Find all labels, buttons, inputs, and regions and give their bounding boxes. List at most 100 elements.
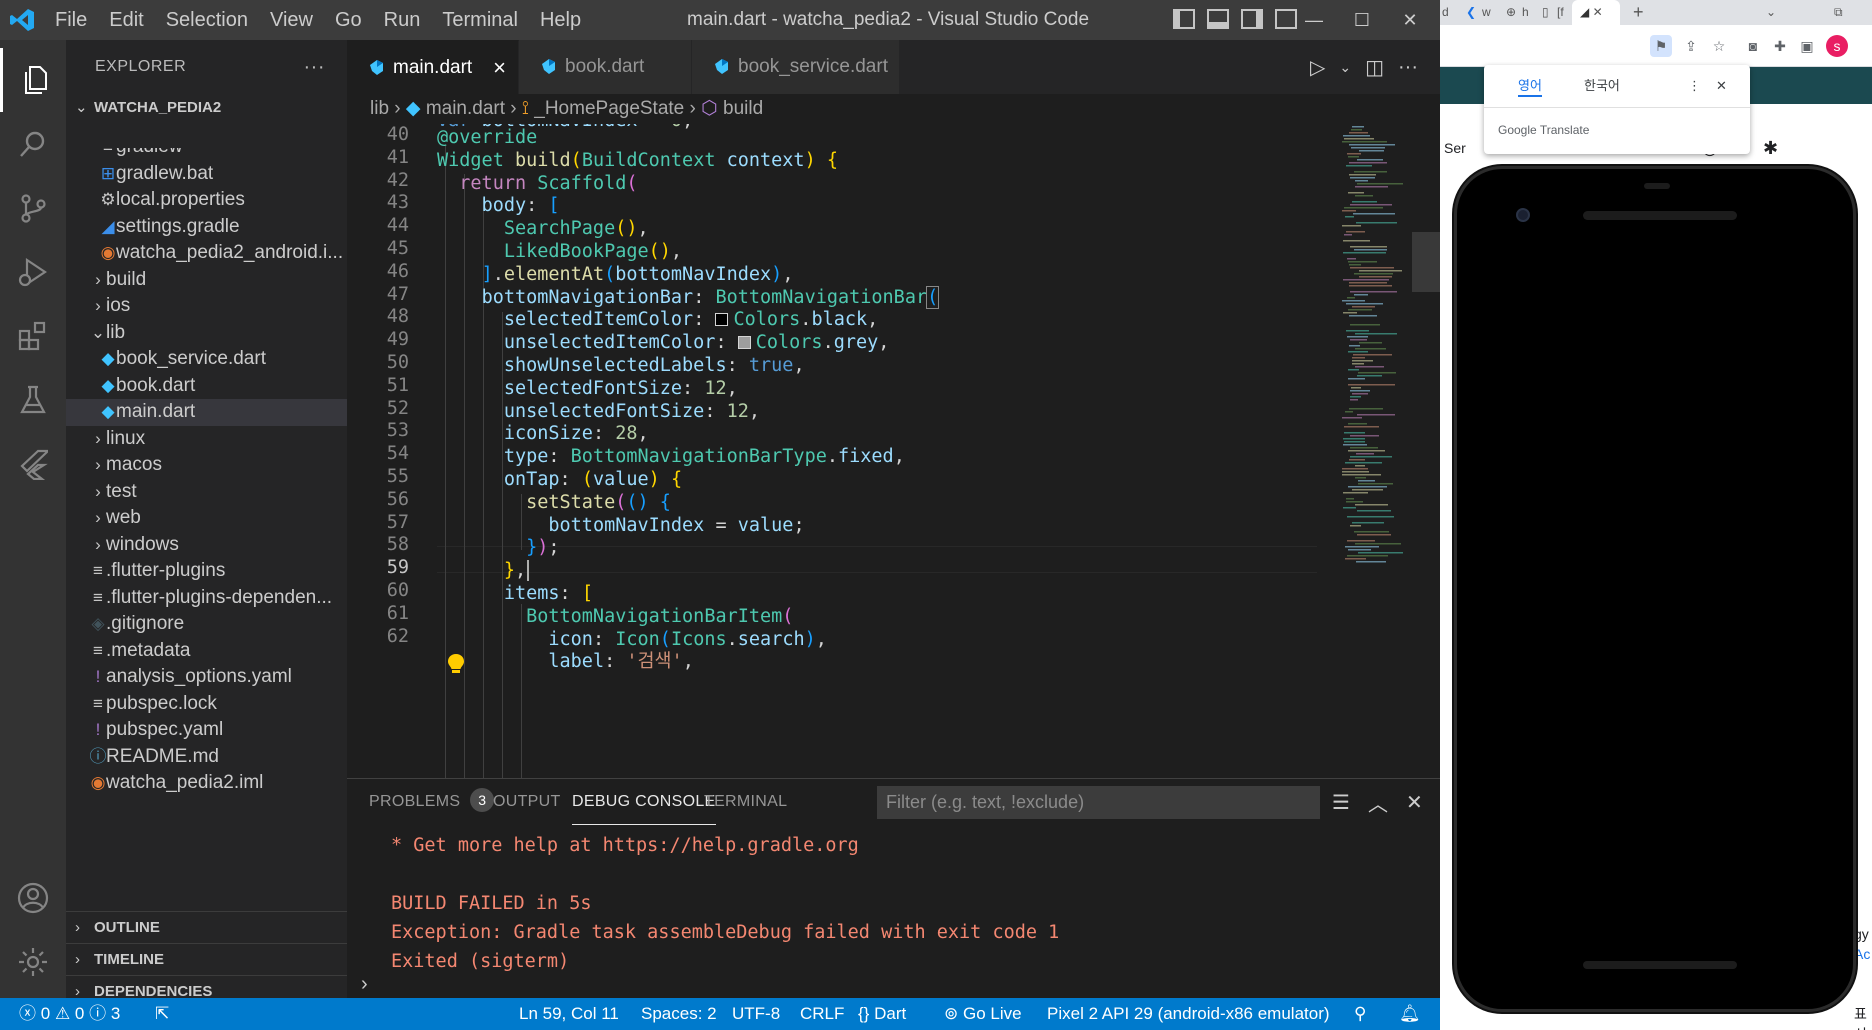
maximize-button[interactable]: ☐	[1338, 0, 1386, 40]
outline-section[interactable]: › OUTLINE	[66, 911, 347, 943]
file-tree-item[interactable]: ◆ book_service.dart	[66, 346, 347, 373]
clear-console-icon[interactable]: ☰	[1332, 790, 1350, 815]
google-translate-icon[interactable]: ⚑	[1650, 35, 1672, 57]
tab-book-dart[interactable]: book.dart	[519, 40, 692, 94]
file-tree-item[interactable]: ⓘ README.md	[66, 744, 347, 771]
toggle-secondary-sidebar-icon[interactable]	[1241, 9, 1263, 29]
tab-search-chevron-icon[interactable]: ⌄	[1766, 0, 1776, 25]
file-tree-item[interactable]: ◈ .gitignore	[66, 611, 347, 638]
timeline-section[interactable]: › TIMELINE	[66, 943, 347, 975]
close-window-button[interactable]: ✕	[1386, 0, 1434, 40]
file-tree-item[interactable]: ≡ pubspec.lock	[66, 691, 347, 718]
source-control-icon[interactable]	[0, 176, 66, 240]
file-tree-item[interactable]: ⊞ gradlew.bat	[66, 161, 347, 188]
file-tree-item[interactable]: ⌄ lib	[66, 320, 347, 347]
tab-main-dart[interactable]: main.dart ×	[347, 40, 519, 94]
file-tree-item[interactable]: ◆ main.dart	[66, 399, 347, 426]
split-editor-icon[interactable]: ◫	[1365, 55, 1384, 80]
language-mode[interactable]: {} Dart	[858, 998, 906, 1030]
project-folder-header[interactable]: ⌄ WATCHA_PEDIA2	[66, 94, 347, 121]
menu-run[interactable]: Run	[373, 0, 432, 40]
file-tree-item[interactable]: › windows	[66, 532, 347, 559]
flutter-tab-icon[interactable]: ❮	[1466, 0, 1476, 25]
extensions-icon[interactable]	[0, 304, 66, 368]
file-tree-item[interactable]: › test	[66, 479, 347, 506]
minimap-slider[interactable]	[1412, 232, 1440, 292]
toggle-panel-icon[interactable]	[1207, 9, 1229, 29]
browser-tab[interactable]: d	[1442, 0, 1449, 25]
browser-tab[interactable]: h	[1522, 0, 1529, 25]
breadcrumb-class[interactable]: _HomePageState	[534, 98, 684, 119]
more-actions-icon[interactable]: ···	[1398, 56, 1418, 79]
android-emulator-device[interactable]	[1454, 166, 1856, 1012]
tab-output[interactable]: OUTPUT	[493, 779, 561, 825]
code-editor[interactable]: 40 41 42 43 44 45 46 47 48 49 50 51 52 53 54 55 56 57 58 59…	[347, 124, 1440, 778]
color-swatch-black[interactable]	[715, 313, 729, 327]
run-dropdown-chevron-icon[interactable]: ⌄	[1339, 59, 1351, 76]
translate-more-icon[interactable]: ⋮	[1688, 75, 1701, 97]
encoding[interactable]: UTF-8	[732, 998, 780, 1030]
file-tree-item[interactable]: › macos	[66, 452, 347, 479]
testing-icon[interactable]	[0, 368, 66, 432]
accounts-icon[interactable]	[0, 866, 66, 930]
breadcrumb-file[interactable]: main.dart	[426, 98, 505, 119]
device-selector[interactable]: Pixel 2 API 29 (android-x86 emulator)	[1047, 998, 1330, 1030]
profile-avatar[interactable]: s	[1826, 35, 1848, 57]
translate-lang-target[interactable]: 한국어	[1584, 75, 1620, 97]
camera-icon[interactable]: ◙	[1742, 35, 1764, 57]
file-tree-item[interactable]: › linux	[66, 426, 347, 453]
tab-book-service-dart[interactable]: book_service.dart	[692, 40, 900, 94]
close-tab-icon[interactable]: ×	[493, 41, 506, 95]
flutter-icon[interactable]	[0, 432, 66, 496]
active-browser-tab[interactable]: ◢ ✕	[1572, 0, 1620, 25]
search-icon[interactable]	[0, 112, 66, 176]
file-tree-item[interactable]: ⚙ local.properties	[66, 187, 347, 214]
line-ending[interactable]: CRLF	[800, 998, 844, 1030]
code-area[interactable]: var bottomNavIndex = 0; @override Widget…	[437, 124, 1352, 778]
tab-terminal[interactable]: TERMINAL	[704, 779, 787, 825]
bookmark-star-icon[interactable]: ☆	[1708, 35, 1730, 57]
run-debug-icon[interactable]	[0, 240, 66, 304]
notifications-bell-icon[interactable]: 🔔︎	[1399, 998, 1421, 1030]
new-tab-button[interactable]: +	[1633, 0, 1644, 25]
console-input-chevron-icon[interactable]: ›	[361, 973, 368, 996]
share-icon[interactable]: ⇪	[1680, 35, 1702, 57]
breadcrumb-lib[interactable]: lib	[370, 98, 389, 119]
live-share-icon[interactable]: ⇱	[155, 998, 169, 1030]
menu-edit[interactable]: Edit	[98, 0, 154, 40]
color-swatch-grey[interactable]	[737, 336, 751, 350]
menu-go[interactable]: Go	[324, 0, 373, 40]
translate-lang-source[interactable]: 영어	[1518, 75, 1542, 97]
file-tree-item[interactable]: › web	[66, 505, 347, 532]
window-restore-icon[interactable]: ⧉	[1834, 0, 1843, 25]
file-tree-item[interactable]: ! analysis_options.yaml	[66, 664, 347, 691]
menu-selection[interactable]: Selection	[155, 0, 259, 40]
globe-icon[interactable]: ⊕	[1506, 0, 1516, 25]
sidepanel-icon[interactable]: ▣	[1796, 35, 1818, 57]
tab-problems[interactable]: PROBLEMS 3	[369, 779, 495, 825]
close-panel-icon[interactable]: ✕	[1406, 790, 1423, 815]
minimap[interactable]	[1332, 124, 1440, 778]
file-tree-item[interactable]: › build	[66, 267, 347, 294]
browser-tab[interactable]: [f	[1557, 0, 1564, 25]
breadcrumb-method[interactable]: build	[723, 98, 763, 119]
slack-icon[interactable]: ✱	[1763, 138, 1778, 159]
maximize-panel-icon[interactable]: ︿	[1368, 788, 1388, 817]
run-file-icon[interactable]: ▷	[1310, 55, 1325, 80]
translate-close-icon[interactable]: ✕	[1716, 75, 1727, 97]
file-tree-item[interactable]: ◉ watcha_pedia2.iml	[66, 770, 347, 797]
menu-file[interactable]: File	[44, 0, 98, 40]
extensions-puzzle-icon[interactable]: ✚	[1769, 35, 1791, 57]
file-tree-item[interactable]: ≡ .flutter-plugins-dependen...	[66, 585, 347, 612]
minimize-button[interactable]: —	[1290, 0, 1338, 40]
file-tree-item[interactable]: ≡ .metadata	[66, 638, 347, 665]
file-tree-item[interactable]: ≡ .flutter-plugins	[66, 558, 347, 585]
file-tree-item[interactable]: › ios	[66, 293, 347, 320]
explorer-icon[interactable]	[0, 48, 66, 112]
problems-status[interactable]: ⓧ 0 ⚠ 0 ⓘ 3	[19, 998, 120, 1030]
console-filter-input[interactable]: Filter (e.g. text, !exclude)	[877, 786, 1320, 819]
close-tab-icon[interactable]: ✕	[1593, 5, 1603, 19]
toggle-sidebar-icon[interactable]	[1173, 9, 1195, 29]
feedback-icon[interactable]: ⚲	[1354, 998, 1366, 1030]
file-tree-item[interactable]: ≡gradlew	[66, 148, 347, 161]
